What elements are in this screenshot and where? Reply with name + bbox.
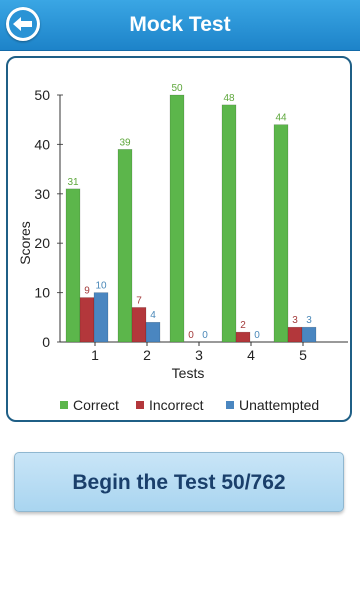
legend-label-unattempted: Unattempted [239,397,319,413]
data-label-correct: 50 [171,83,183,94]
data-label-incorrect: 0 [188,330,194,341]
data-label-incorrect: 2 [240,320,246,331]
x-tick-label: 5 [299,347,307,363]
bar-correct [117,149,133,343]
data-label-incorrect: 7 [136,295,142,306]
legend-swatch-unattempted [226,401,234,409]
data-label-correct: 31 [67,177,79,188]
legend-swatch-incorrect [136,401,144,409]
x-tick-label: 2 [143,347,151,363]
y-tick-label: 0 [42,334,50,350]
x-tick-label: 3 [195,347,203,363]
data-label-correct: 39 [119,137,131,148]
scores-chart-card: 0 10 20 30 40 50 31 9 10 1 39 7 4 2 50 0 0 3 48 2 0 4 44 3 3 5 Tes… [6,56,352,422]
bar-correct [273,124,289,343]
bar-correct [169,94,185,343]
legend-label-incorrect: Incorrect [149,397,204,413]
legend-label-correct: Correct [73,397,119,413]
legend-swatch-correct [60,401,68,409]
data-label-incorrect: 3 [292,315,298,326]
x-tick-label: 4 [247,347,255,363]
data-label-incorrect: 9 [84,286,90,297]
bar-unattempted [145,321,161,343]
data-label-unattempted: 10 [95,281,107,292]
app-header: Mock Test [0,0,360,51]
page-title: Mock Test [129,13,231,36]
bar-unattempted [301,326,317,343]
x-tick-label: 1 [91,347,99,363]
x-axis-title: Tests [172,365,205,381]
begin-test-button[interactable]: Begin the Test 50/762 [14,452,344,512]
bar-incorrect [287,326,303,343]
data-label-unattempted: 0 [202,330,208,341]
data-label-unattempted: 0 [254,330,260,341]
y-tick-label: 10 [34,285,50,301]
y-tick-label: 40 [34,136,50,152]
scores-chart: 01020304050319 10139742500 0348204443 35Tes… [17,83,348,413]
y-tick-label: 30 [34,186,50,202]
bar-unattempted [93,292,109,343]
bar-correct [221,104,237,343]
y-tick-label: 20 [34,235,50,251]
data-label-correct: 44 [275,113,287,124]
bar-incorrect [79,297,95,343]
bar-correct [65,188,81,343]
y-axis-title: Scores [17,221,33,265]
data-label-unattempted: 4 [150,310,156,321]
data-label-correct: 48 [223,93,235,104]
data-label-unattempted: 3 [306,315,312,326]
y-tick-label: 50 [34,87,50,103]
bar-incorrect [131,307,147,343]
bar-incorrect [235,331,251,343]
